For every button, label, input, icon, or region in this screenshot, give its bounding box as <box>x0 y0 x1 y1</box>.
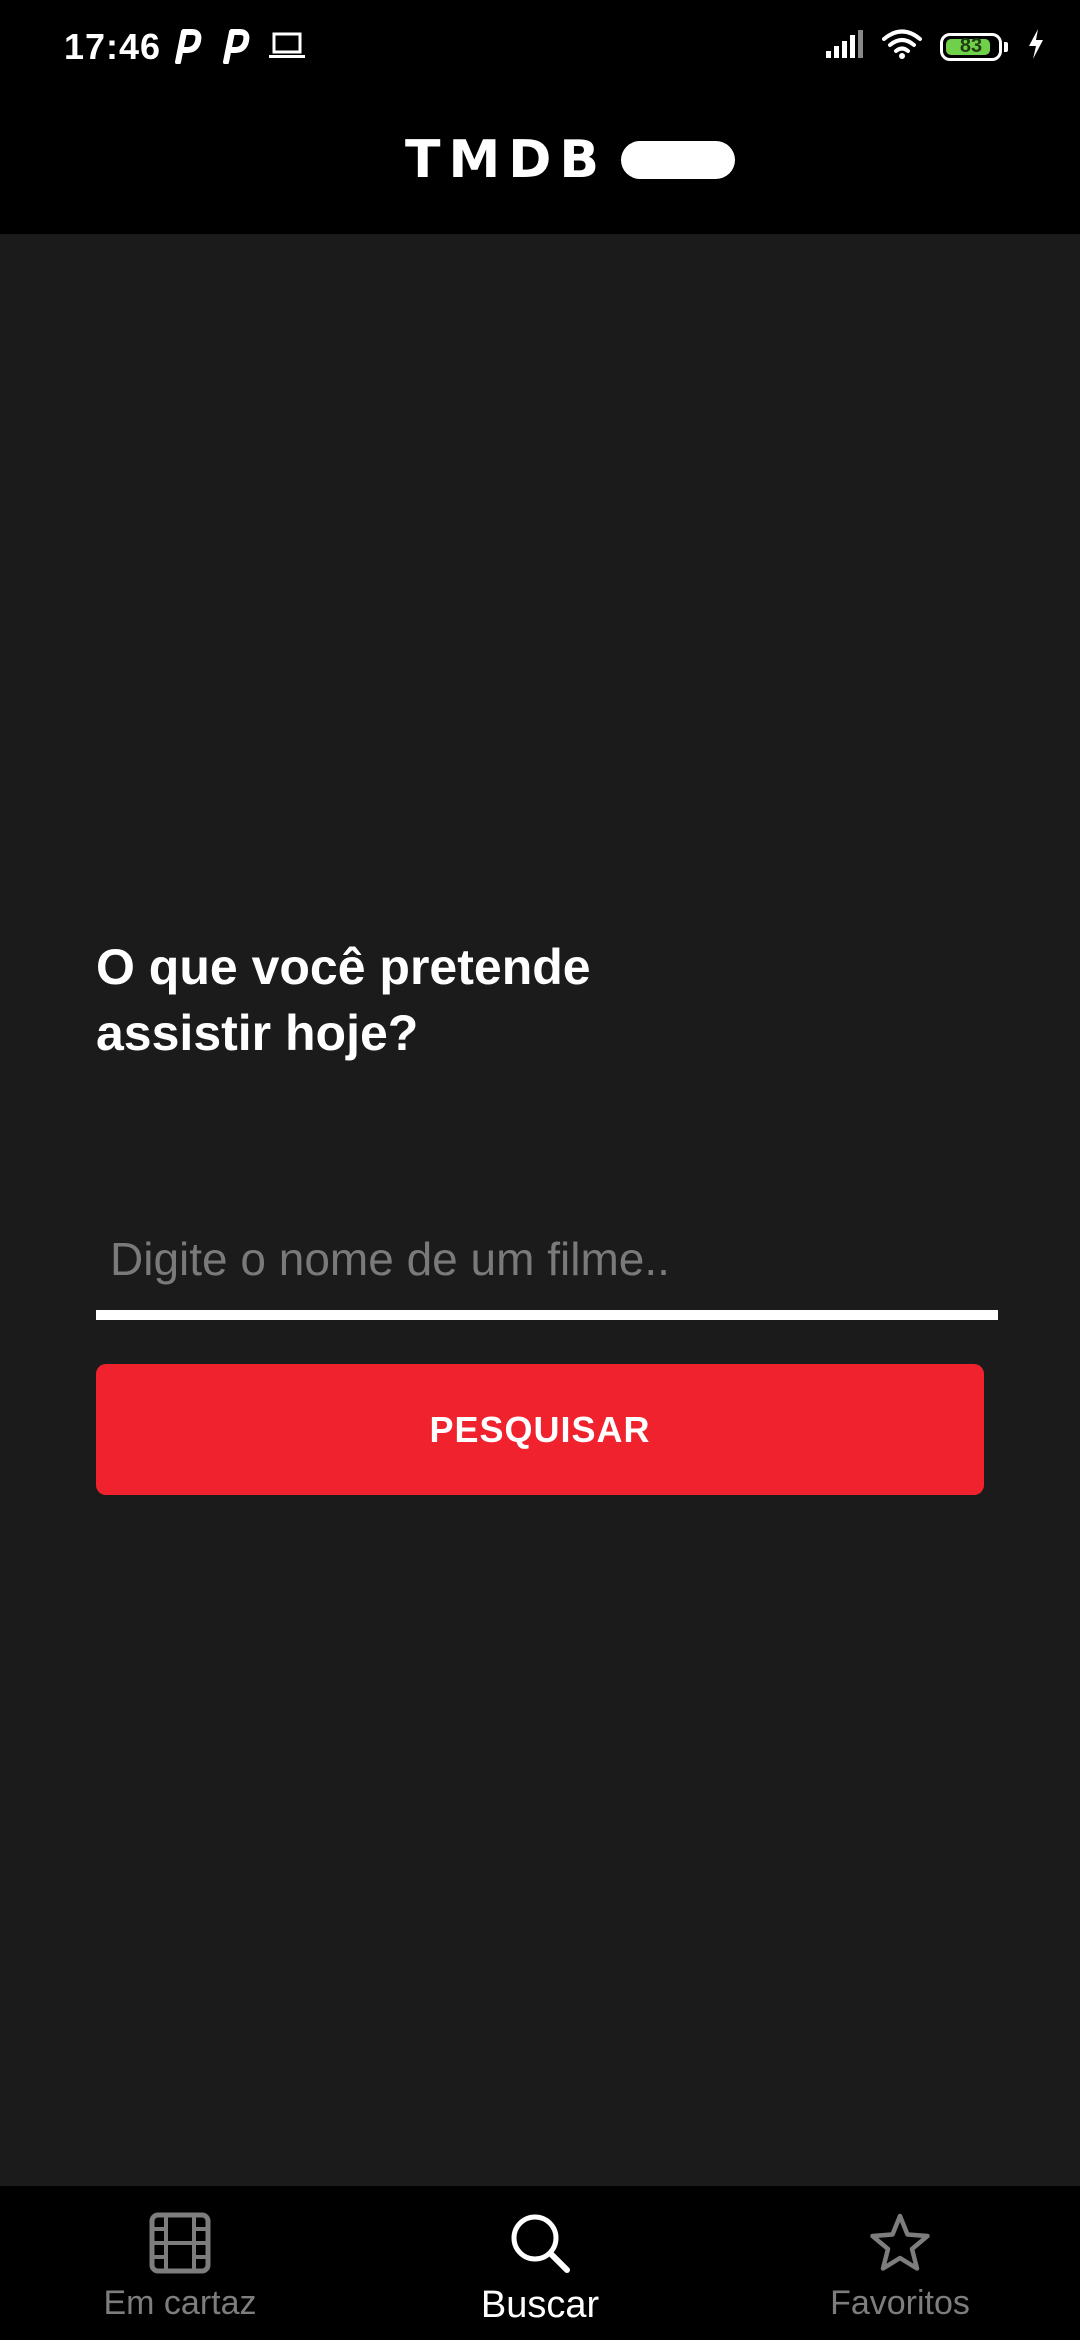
parking-icon <box>172 28 202 69</box>
wifi-icon <box>882 28 922 65</box>
search-button[interactable]: PESQUISAR <box>96 1364 984 1495</box>
film-icon <box>149 2210 211 2276</box>
battery-icon: 83 <box>940 32 1002 61</box>
star-icon <box>868 2210 932 2276</box>
logo-text: TMDB <box>405 130 608 190</box>
app-logo: TMDB <box>405 130 736 190</box>
logo-pill-shape <box>621 141 736 179</box>
nav-label-em-cartaz: Em cartaz <box>103 2284 257 2322</box>
battery-level: 83 <box>959 35 983 57</box>
parking-icon <box>220 28 250 69</box>
nav-item-favoritos[interactable]: Favoritos <box>720 2186 1080 2340</box>
nav-label-favoritos: Favoritos <box>830 2284 970 2322</box>
status-left-icons <box>172 28 306 69</box>
status-time: 17:46 <box>64 26 162 67</box>
nav-item-em-cartaz[interactable]: Em cartaz <box>0 2186 360 2340</box>
movie-search-input[interactable] <box>96 1224 998 1320</box>
nav-item-buscar[interactable]: Buscar <box>360 2186 720 2340</box>
search-icon <box>509 2210 571 2276</box>
app-header: TMDB <box>0 100 1080 234</box>
signal-icon <box>824 29 864 64</box>
status-bar: 17:46 83 <box>0 0 1080 100</box>
charging-icon <box>1026 28 1046 65</box>
status-right-icons: 83 <box>824 28 1046 65</box>
search-screen: O que você pretende assistir hoje? PESQU… <box>0 234 1080 2186</box>
laptop-icon <box>268 31 306 66</box>
bottom-nav: Em cartaz Buscar Favoritos <box>0 2186 1080 2340</box>
page-headline: O que você pretende assistir hoje? <box>96 939 591 1061</box>
nav-label-buscar: Buscar <box>480 2284 600 2326</box>
